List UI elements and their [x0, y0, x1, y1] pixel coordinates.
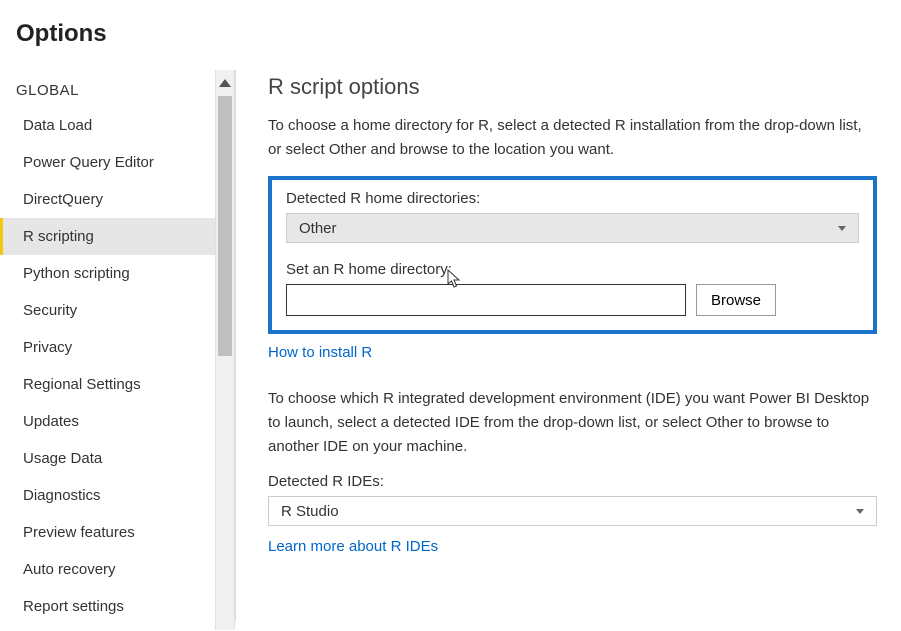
- chevron-up-icon: [219, 79, 231, 87]
- content-panel: R script options To choose a home direct…: [236, 58, 901, 629]
- sidebar-item-regional-settings[interactable]: Regional Settings: [0, 366, 235, 403]
- content-title: R script options: [268, 74, 877, 100]
- content-intro: To choose a home directory for R, select…: [268, 114, 877, 162]
- learn-more-r-ides-link[interactable]: Learn more about R IDEs: [268, 538, 438, 555]
- dialog-title: Options: [0, 0, 901, 58]
- set-home-row: Browse: [286, 284, 859, 316]
- ide-intro: To choose which R integrated development…: [268, 387, 877, 459]
- main-container: GLOBAL Data Load Power Query Editor Dire…: [0, 58, 901, 629]
- sidebar-item-updates[interactable]: Updates: [0, 403, 235, 440]
- caret-down-icon: [838, 226, 846, 231]
- how-to-install-r-link[interactable]: How to install R: [268, 344, 372, 361]
- sidebar-item-auto-recovery[interactable]: Auto recovery: [0, 551, 235, 588]
- detected-home-value: Other: [299, 220, 337, 237]
- detected-home-label: Detected R home directories:: [286, 190, 859, 207]
- sidebar-item-python-scripting[interactable]: Python scripting: [0, 255, 235, 292]
- sidebar-scrollbar[interactable]: [215, 70, 235, 630]
- detected-home-dropdown[interactable]: Other: [286, 213, 859, 243]
- sidebar-item-security[interactable]: Security: [0, 292, 235, 329]
- r-home-highlight-box: Detected R home directories: Other Set a…: [268, 176, 877, 334]
- sidebar-section-heading: GLOBAL: [0, 76, 235, 107]
- sidebar-item-directquery[interactable]: DirectQuery: [0, 181, 235, 218]
- sidebar-item-preview-features[interactable]: Preview features: [0, 514, 235, 551]
- detected-ide-dropdown[interactable]: R Studio: [268, 496, 877, 526]
- sidebar-item-diagnostics[interactable]: Diagnostics: [0, 477, 235, 514]
- sidebar-item-r-scripting[interactable]: R scripting: [0, 218, 235, 255]
- browse-button[interactable]: Browse: [696, 284, 776, 316]
- set-home-label: Set an R home directory:: [286, 261, 859, 278]
- sidebar: GLOBAL Data Load Power Query Editor Dire…: [0, 58, 235, 629]
- set-home-input[interactable]: [286, 284, 686, 316]
- sidebar-item-data-load[interactable]: Data Load: [0, 107, 235, 144]
- detected-ide-label: Detected R IDEs:: [268, 473, 877, 490]
- sidebar-item-report-settings[interactable]: Report settings: [0, 588, 235, 625]
- scroll-thumb[interactable]: [218, 96, 232, 356]
- sidebar-item-power-query-editor[interactable]: Power Query Editor: [0, 144, 235, 181]
- scroll-up-button[interactable]: [216, 70, 234, 96]
- sidebar-item-privacy[interactable]: Privacy: [0, 329, 235, 366]
- sidebar-item-usage-data[interactable]: Usage Data: [0, 440, 235, 477]
- detected-ide-value: R Studio: [281, 503, 339, 520]
- caret-down-icon: [856, 509, 864, 514]
